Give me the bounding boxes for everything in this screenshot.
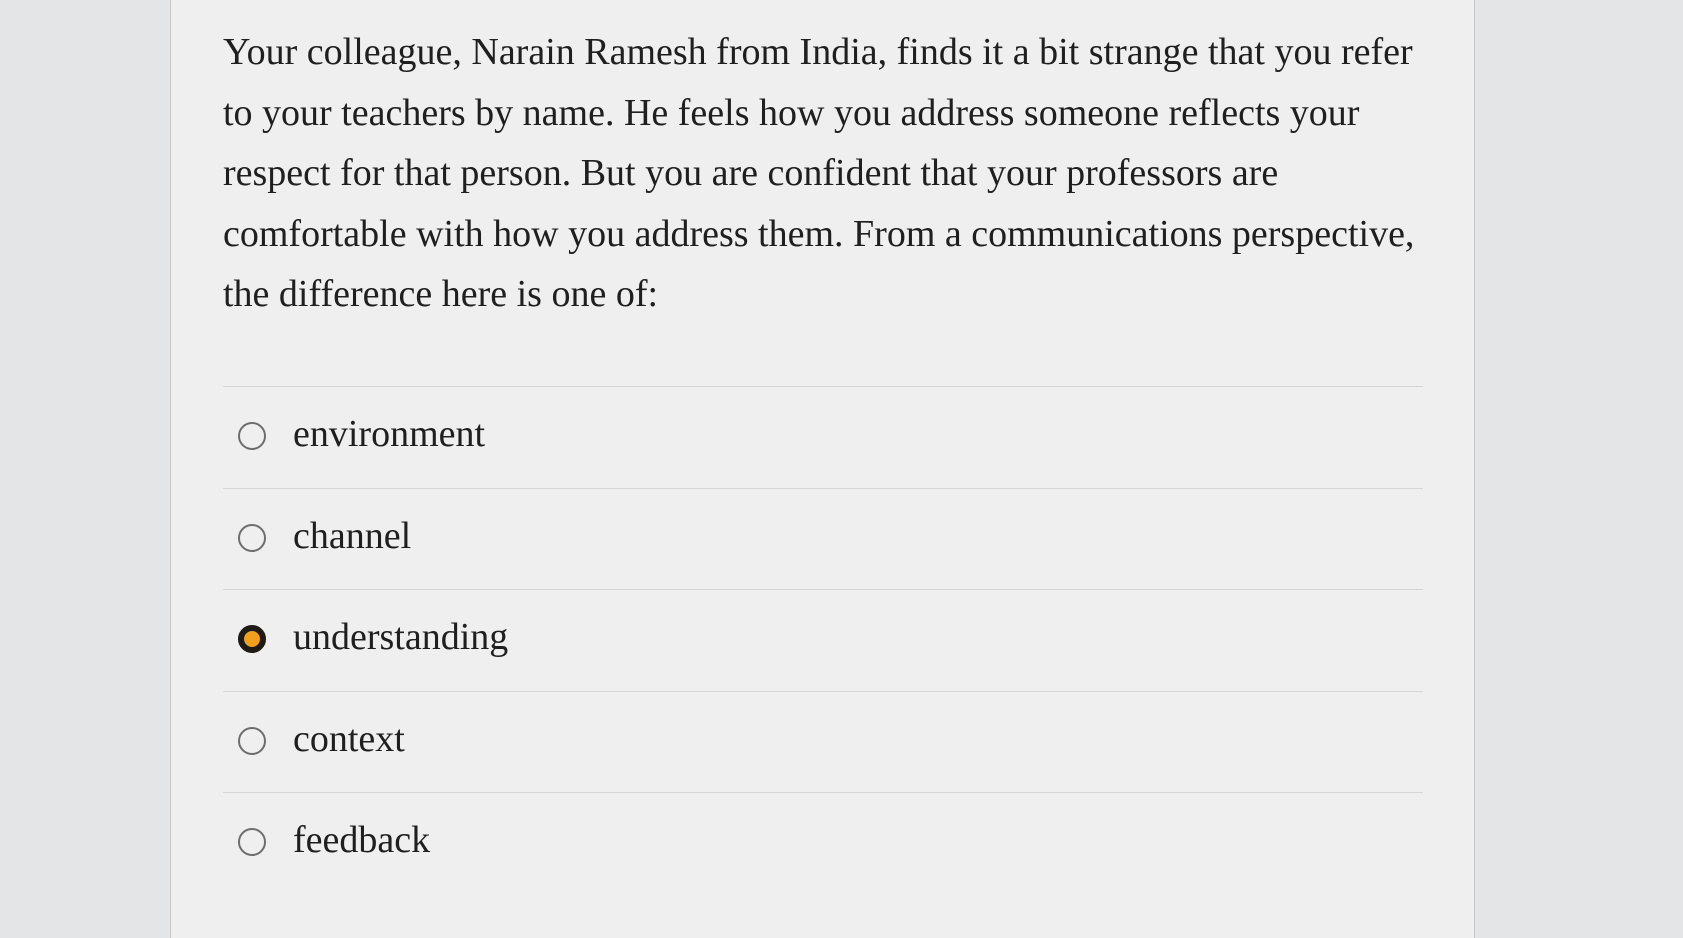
quiz-panel: Your colleague, Narain Ramesh from India… bbox=[170, 0, 1475, 938]
answer-options: environment channel understanding contex… bbox=[223, 386, 1423, 894]
option-label-understanding: understanding bbox=[293, 616, 509, 658]
radio-channel[interactable] bbox=[238, 523, 266, 552]
option-feedback[interactable]: feedback bbox=[223, 792, 1423, 894]
radio-feedback[interactable] bbox=[238, 828, 266, 856]
option-label-environment: environment bbox=[293, 413, 486, 455]
option-context[interactable]: context bbox=[223, 690, 1423, 793]
option-label-context: context bbox=[293, 717, 405, 760]
radio-environment[interactable] bbox=[238, 422, 266, 450]
option-channel[interactable]: channel bbox=[223, 487, 1423, 590]
radio-understanding[interactable] bbox=[238, 625, 266, 653]
question-text: Your colleague, Narain Ramesh from India… bbox=[223, 31, 1415, 315]
option-label-feedback: feedback bbox=[293, 819, 431, 861]
option-understanding[interactable]: understanding bbox=[223, 589, 1423, 691]
option-environment[interactable]: environment bbox=[223, 386, 1423, 488]
option-label-channel: channel bbox=[293, 514, 412, 557]
radio-context[interactable] bbox=[238, 726, 266, 755]
